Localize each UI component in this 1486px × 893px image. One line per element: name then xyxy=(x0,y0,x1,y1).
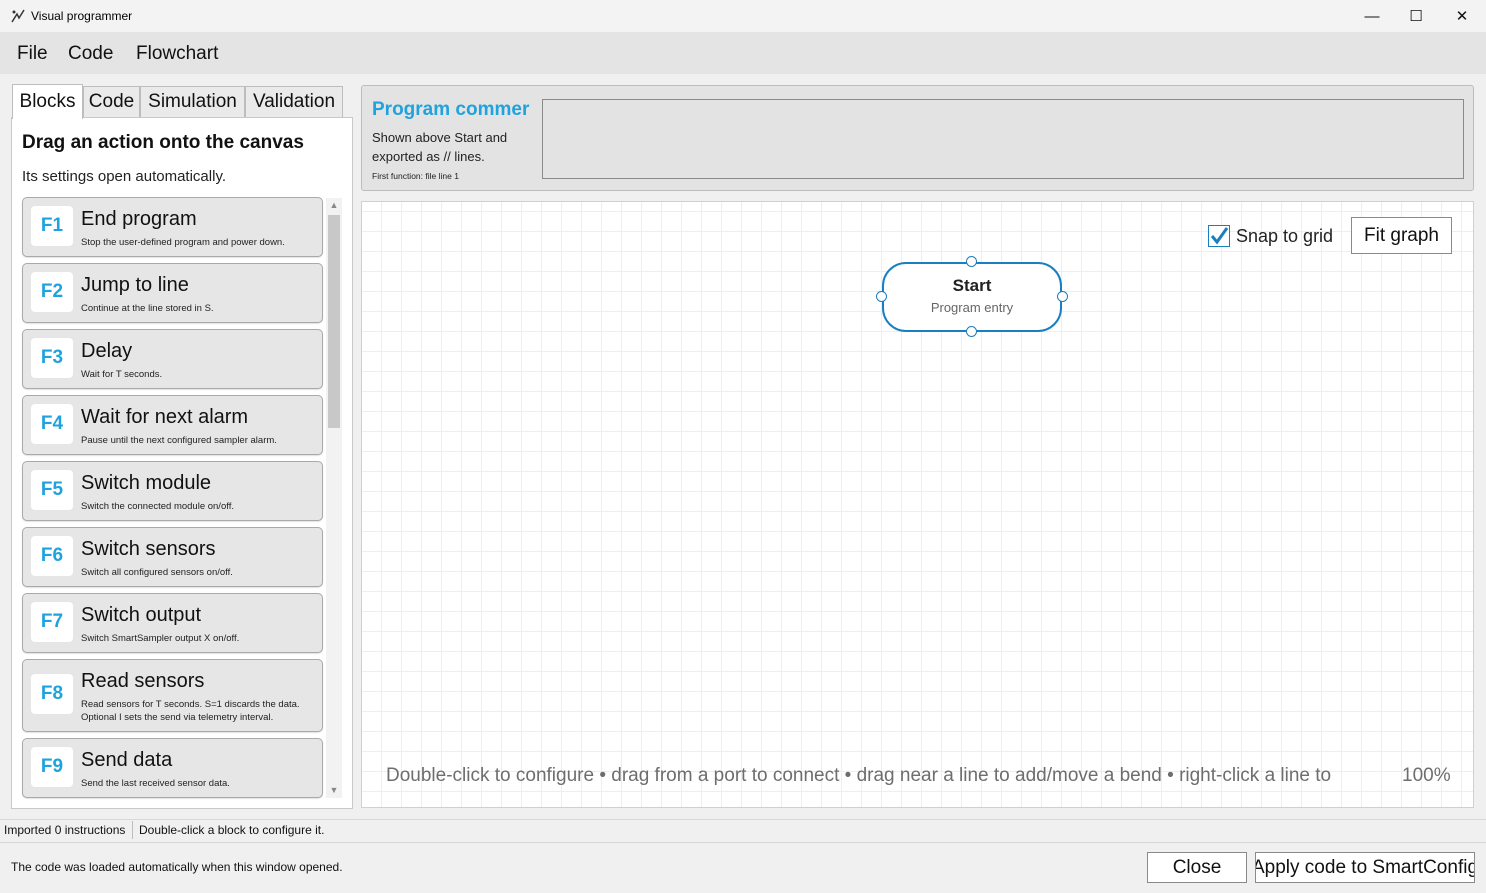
block-description: Pause until the next configured sampler … xyxy=(81,435,277,446)
block-title: Switch module xyxy=(81,472,212,494)
tab-validation[interactable]: Validation xyxy=(245,86,343,117)
program-comment-title: Program commer xyxy=(372,99,530,120)
window-title: Visual programmer xyxy=(31,9,133,23)
menu-flowchart[interactable]: Flowchart xyxy=(136,43,218,65)
block-description: Switch SmartSampler output X on/off. xyxy=(81,633,240,644)
snap-to-grid-checkbox[interactable] xyxy=(1208,225,1230,247)
port-right[interactable] xyxy=(1057,291,1068,302)
block-key: F3 xyxy=(31,338,73,378)
block-description: Stop the user-defined program and power … xyxy=(81,237,285,248)
block-send-data[interactable]: F9 Send data Send the last received sens… xyxy=(22,738,323,798)
menu-bar xyxy=(0,32,1486,74)
block-description: Read sensors for T seconds. S=1 discards… xyxy=(81,699,300,723)
menu-file[interactable]: File xyxy=(17,43,48,65)
zoom-level: 100% xyxy=(1402,765,1451,786)
checkmark-icon xyxy=(1210,227,1229,245)
block-description: Send the last received sensor data. xyxy=(81,778,230,789)
blocks-heading: Drag an action onto the canvas xyxy=(22,132,304,153)
maximize-button[interactable]: ☐ xyxy=(1393,0,1439,32)
block-key: F6 xyxy=(31,536,73,576)
block-description: Switch all configured sensors on/off. xyxy=(81,567,233,578)
start-node-title: Start xyxy=(952,276,992,295)
close-window-button[interactable]: ✕ xyxy=(1439,0,1485,32)
block-title: Jump to line xyxy=(81,274,189,296)
fit-graph-button[interactable]: Fit graph xyxy=(1351,217,1452,254)
block-description: Continue at the line stored in S. xyxy=(81,303,214,314)
block-wait-for-next-alarm[interactable]: F4 Wait for next alarm Pause until the n… xyxy=(22,395,323,455)
port-bottom[interactable] xyxy=(966,326,977,337)
apply-code-button[interactable]: Apply code to SmartConfig xyxy=(1255,852,1475,883)
scroll-up-icon[interactable]: ▲ xyxy=(326,198,342,212)
program-comment-input[interactable] xyxy=(542,99,1464,179)
maximize-icon: ☐ xyxy=(1409,8,1423,25)
tab-code[interactable]: Code xyxy=(83,86,140,117)
tab-simulation[interactable]: Simulation xyxy=(140,86,245,117)
snap-to-grid-label: Snap to grid xyxy=(1236,226,1334,246)
block-title: End program xyxy=(81,208,197,230)
minimize-button[interactable]: — xyxy=(1349,0,1395,32)
blocks-subheading: Its settings open automatically. xyxy=(22,168,226,185)
canvas-help-text: Double-click to configure • drag from a … xyxy=(386,765,1332,786)
block-key: F4 xyxy=(31,404,73,444)
title-bar xyxy=(0,0,1486,32)
status-hint: Double-click a block to configure it. xyxy=(139,823,325,837)
close-button[interactable]: Close xyxy=(1147,852,1247,883)
block-key: F1 xyxy=(31,206,73,246)
block-title: Send data xyxy=(81,749,173,771)
start-node-subtitle: Program entry xyxy=(930,300,1014,315)
program-comment-help: Shown above Start and exported as // lin… xyxy=(372,130,508,164)
block-read-sensors[interactable]: F8 Read sensors Read sensors for T secon… xyxy=(22,659,323,732)
block-title: Switch sensors xyxy=(81,538,216,560)
block-description: Switch the connected module on/off. xyxy=(81,501,234,512)
block-description: Wait for T seconds. xyxy=(81,369,163,380)
port-left[interactable] xyxy=(876,291,887,302)
block-delay[interactable]: F3 Delay Wait for T seconds. xyxy=(22,329,323,389)
app-icon xyxy=(10,8,26,24)
block-title: Switch output xyxy=(81,604,202,626)
menu-code[interactable]: Code xyxy=(68,43,113,65)
minimize-icon: — xyxy=(1364,7,1380,25)
scroll-down-icon[interactable]: ▼ xyxy=(326,783,342,797)
program-comment-note: First function: file line 1 xyxy=(372,171,459,181)
block-key: F2 xyxy=(31,272,73,312)
block-title: Read sensors xyxy=(81,670,205,692)
port-top[interactable] xyxy=(966,256,977,267)
tab-blocks[interactable]: Blocks xyxy=(12,84,83,119)
block-end-program[interactable]: F1 End program Stop the user-defined pro… xyxy=(22,197,323,257)
block-key: F8 xyxy=(31,674,73,714)
scrollbar-thumb[interactable] xyxy=(328,215,340,428)
block-key: F9 xyxy=(31,747,73,787)
status-import-count: Imported 0 instructions xyxy=(4,823,126,837)
block-title: Wait for next alarm xyxy=(81,406,249,428)
start-node[interactable] xyxy=(882,262,1062,332)
block-title: Delay xyxy=(81,340,133,362)
block-switch-module[interactable]: F5 Switch module Switch the connected mo… xyxy=(22,461,323,521)
status-divider xyxy=(132,821,133,839)
block-switch-output[interactable]: F7 Switch output Switch SmartSampler out… xyxy=(22,593,323,653)
block-switch-sensors[interactable]: F6 Switch sensors Switch all configured … xyxy=(22,527,323,587)
close-icon: ✕ xyxy=(1455,8,1469,25)
block-jump-to-line[interactable]: F2 Jump to line Continue at the line sto… xyxy=(22,263,323,323)
block-key: F7 xyxy=(31,602,73,642)
block-key: F5 xyxy=(31,470,73,510)
bottom-message: The code was loaded automatically when t… xyxy=(11,860,343,874)
